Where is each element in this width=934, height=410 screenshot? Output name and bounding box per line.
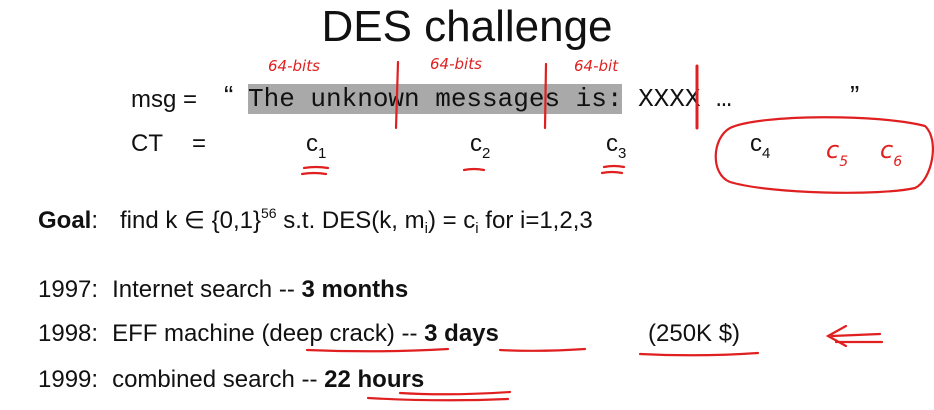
slide-title: DES challenge — [321, 2, 613, 51]
history-row: 1999: combined search -- 22 hours — [38, 366, 425, 393]
hours-underline — [366, 396, 510, 402]
c3-underline — [602, 164, 626, 169]
circle-around-blocks — [714, 116, 934, 194]
three-days-underline — [498, 347, 587, 352]
c5-handwritten: c5 — [826, 136, 848, 170]
close-quote: ” — [850, 80, 860, 111]
open-quote: “ — [224, 80, 234, 111]
c2-underline — [462, 167, 486, 172]
history-row: 1998: EFF machine (deep crack) -- 3 days — [38, 320, 499, 347]
block-1-size-label: 64-bits — [268, 57, 320, 75]
ciphertext-block-4: c4 — [750, 130, 771, 162]
history-row: 1997: Internet search -- 3 months — [38, 276, 409, 303]
c6-handwritten: c6 — [880, 136, 902, 170]
handwritten-annotations: 64-bits 64-bits 64-bit c5 c6 — [268, 55, 934, 402]
deep-crack-underline — [305, 347, 450, 353]
block-3-size-label: 64-bit — [574, 57, 619, 75]
c3-underline — [600, 170, 624, 175]
message-text: The unknown messages is: XXXX … — [248, 84, 732, 114]
ct-label: CT — [131, 130, 163, 157]
message-rest: XXXX … — [622, 84, 732, 114]
ciphertext-block-2: c2 — [470, 130, 491, 162]
ciphertext-block-1: c1 — [306, 130, 327, 162]
cost-underline — [638, 351, 760, 357]
ct-equals: = — [192, 130, 207, 157]
c1-underline — [302, 165, 330, 170]
msg-label: msg = — [131, 86, 198, 113]
cost-note: (250K $) — [648, 320, 741, 347]
ciphertext-block-3: c3 — [606, 130, 627, 162]
message-highlighted: The unknown messages is: — [248, 84, 623, 114]
c1-underline — [300, 171, 328, 176]
block-2-size-label: 64-bits — [430, 55, 482, 73]
goal-statement: Goal: find k ∈ {0,1}56 s.t. DES(k, mi) = … — [38, 205, 593, 237]
left-arrow-icon — [825, 324, 884, 348]
